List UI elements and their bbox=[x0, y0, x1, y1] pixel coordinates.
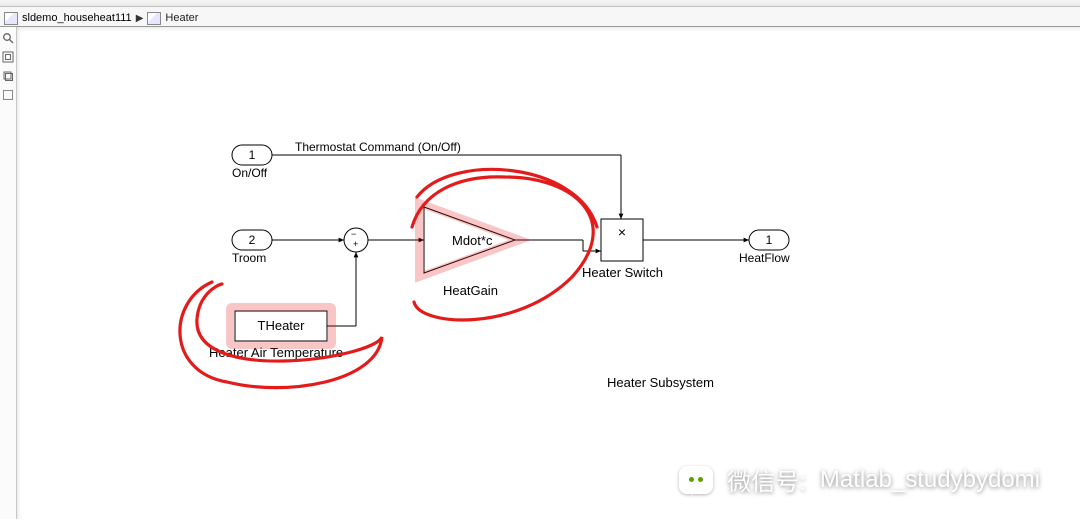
constant-text: THeater bbox=[258, 318, 306, 333]
inport-troom-block[interactable]: 2 Troom bbox=[232, 230, 272, 265]
outport-block[interactable]: 1 HeatFlow bbox=[739, 230, 790, 265]
model-canvas[interactable]: 1 On/Off 2 Troom − + Mdot*c HeatGain × H… bbox=[17, 27, 1080, 519]
inport-onoff-block[interactable]: 1 On/Off bbox=[232, 145, 272, 180]
fit-icon[interactable] bbox=[2, 50, 15, 63]
side-toolbar bbox=[0, 27, 17, 519]
blank-icon[interactable] bbox=[2, 88, 15, 101]
product-symbol: × bbox=[618, 224, 626, 240]
gain-block[interactable]: Mdot*c HeatGain bbox=[424, 207, 515, 298]
signal-lines: Thermostat Command (On/Off) bbox=[272, 140, 749, 326]
layers-icon[interactable] bbox=[2, 69, 15, 82]
model-icon bbox=[4, 12, 18, 25]
constant-block[interactable]: THeater Heater Air Temperature bbox=[209, 311, 343, 360]
breadcrumb-bar: sldemo_househeat111 ▶ Heater bbox=[0, 7, 1080, 27]
breadcrumb-root[interactable]: sldemo_househeat111 bbox=[22, 12, 132, 24]
product-label: Heater Switch bbox=[582, 265, 663, 280]
chevron-right-icon: ▶ bbox=[136, 13, 144, 24]
svg-text:+: + bbox=[353, 239, 358, 249]
breadcrumb-current: Heater bbox=[165, 12, 198, 24]
signal-thermostat-label: Thermostat Command (On/Off) bbox=[295, 140, 461, 154]
inport-troom-label: Troom bbox=[232, 251, 266, 265]
gain-text: Mdot*c bbox=[452, 233, 493, 248]
product-block[interactable]: × Heater Switch bbox=[582, 219, 663, 280]
outport-label: HeatFlow bbox=[739, 251, 790, 265]
inport-onoff-label: On/Off bbox=[232, 166, 268, 180]
inport-troom-num: 2 bbox=[249, 233, 256, 247]
sum-block[interactable]: − + bbox=[344, 228, 368, 252]
annotation-text: Heater Subsystem bbox=[607, 375, 714, 390]
constant-label: Heater Air Temperature bbox=[209, 345, 343, 360]
subsystem-icon bbox=[147, 12, 161, 25]
svg-text:−: − bbox=[351, 229, 356, 239]
inport-onoff-num: 1 bbox=[249, 148, 256, 162]
window-chrome-top bbox=[0, 0, 1080, 7]
outport-num: 1 bbox=[766, 233, 773, 247]
gain-label: HeatGain bbox=[443, 283, 498, 298]
search-icon[interactable] bbox=[2, 31, 15, 44]
